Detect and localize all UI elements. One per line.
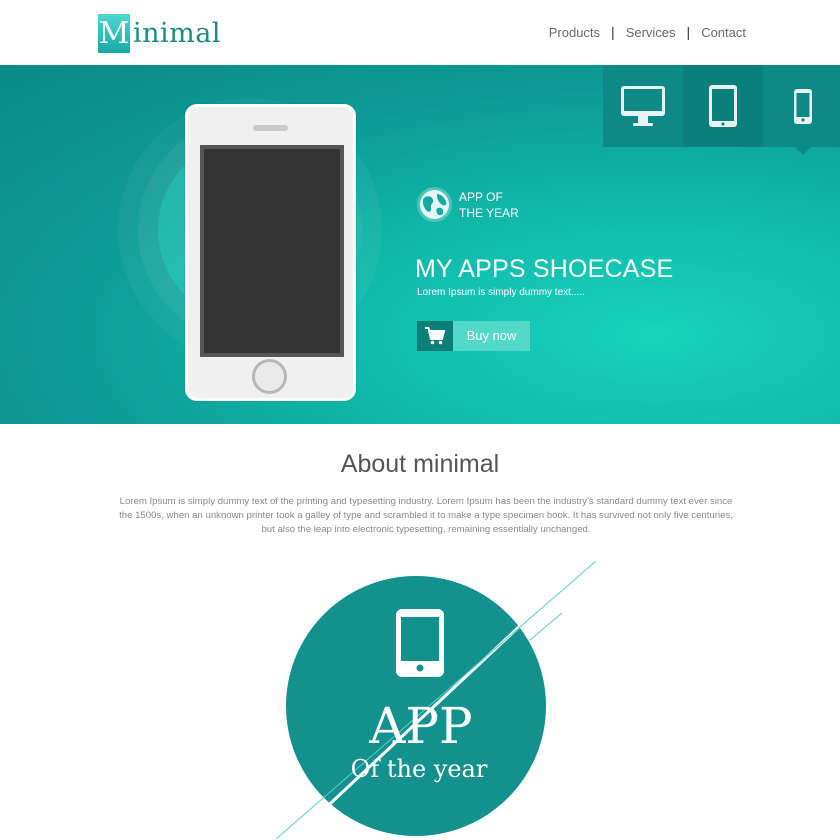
tab-desktop[interactable] (603, 65, 683, 147)
buy-now-button[interactable]: Buy now (417, 321, 530, 351)
award-line-2: THE YEAR (459, 205, 519, 220)
shopping-cart-icon (425, 327, 445, 345)
monitor-icon (621, 86, 665, 126)
site-header: M inimal Products | Services | Contact (0, 0, 840, 65)
app-of-year-badge-section: APP Of the year (0, 555, 840, 840)
nav-link-products[interactable]: Products (549, 25, 600, 40)
app-of-year-award: APP OF THE YEAR (416, 186, 519, 223)
about-text: Lorem Ipsum is simply dummy text of the … (119, 496, 733, 535)
tab-phone[interactable] (763, 65, 840, 155)
hero-title: MY APPS SHOECASE (415, 255, 674, 283)
phone-home-button (252, 359, 287, 394)
app-of-year-badge: APP Of the year (275, 560, 597, 840)
phone-illustration (185, 104, 356, 401)
phone-speaker (253, 125, 288, 131)
badge-subtitle: Of the year (351, 755, 488, 783)
logo-initial-box: M (98, 14, 130, 53)
badge-accent-line (529, 612, 563, 641)
award-label: APP OF THE YEAR (459, 189, 519, 221)
badge-title: APP (368, 697, 472, 755)
smartphone-icon (794, 88, 812, 124)
phone-screen (200, 145, 344, 357)
tab-tablet[interactable] (683, 65, 763, 147)
hero-banner: APP OF THE YEAR MY APPS SHOECASE Lorem I… (0, 65, 840, 424)
buy-now-label: Buy now (453, 321, 530, 351)
nav-separator: | (686, 24, 691, 40)
nav-link-contact[interactable]: Contact (701, 25, 746, 40)
badge-phone-icon (396, 609, 444, 677)
globe-icon (417, 187, 452, 222)
device-switcher (603, 65, 840, 155)
nav-separator: | (611, 24, 615, 40)
award-line-1: APP OF (459, 189, 503, 204)
main-nav: Products | Services | Contact (549, 24, 746, 40)
tablet-icon (709, 85, 737, 127)
hero-subtitle: Lorem Ipsum is simply dummy text..... (417, 287, 585, 298)
logo-text: inimal (133, 18, 221, 49)
cart-icon-box (417, 321, 453, 351)
nav-link-services[interactable]: Services (626, 25, 676, 40)
about-title: About minimal (340, 450, 500, 478)
logo[interactable]: M inimal (98, 14, 221, 53)
